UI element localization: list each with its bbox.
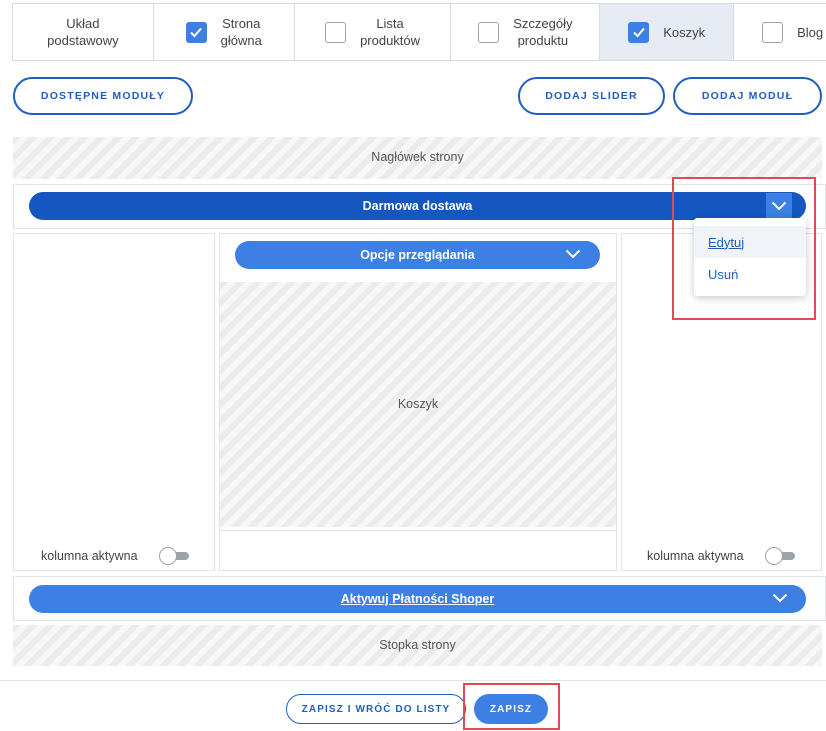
footer-zone-label: Stopka strony xyxy=(379,638,456,652)
right-column-active-label: kolumna aktywna xyxy=(647,549,744,563)
tab-cart[interactable]: Koszyk xyxy=(600,4,735,60)
tab-label: Lista produktów xyxy=(360,16,421,48)
page-type-tabs: Układ podstawowy Strona główna Lista pro… xyxy=(12,3,826,61)
divider xyxy=(220,530,616,531)
checkbox-cart[interactable] xyxy=(628,21,650,43)
tab-product-list[interactable]: Lista produktów xyxy=(294,4,452,60)
divider xyxy=(0,680,826,681)
browsing-options-module[interactable]: Opcje przeglądania xyxy=(235,241,600,269)
toggle-knob xyxy=(765,547,783,565)
left-column-active-label: kolumna aktywna xyxy=(41,549,138,563)
left-column-toggle[interactable] xyxy=(159,547,189,565)
tab-product-details[interactable]: Szczegóły produktu xyxy=(451,4,601,60)
highlight-frame xyxy=(463,683,560,730)
chevron-down-icon xyxy=(565,249,581,259)
save-and-back-button[interactable]: ZAPISZ I WRÓĆ DO LISTY xyxy=(286,694,466,724)
module-menu-toggle[interactable] xyxy=(565,248,581,262)
activate-payments-module[interactable]: Aktywuj Płatności Shoper xyxy=(29,585,806,613)
cart-zone-label: Koszyk xyxy=(397,397,439,411)
highlight-frame xyxy=(672,177,816,320)
tab-label: Koszyk xyxy=(663,24,706,40)
available-modules-button[interactable]: DOSTĘPNE MODUŁY xyxy=(13,77,193,115)
chevron-down-icon xyxy=(772,593,788,603)
tab-home-page[interactable]: Strona główna xyxy=(153,4,295,60)
checkbox-home-page[interactable] xyxy=(185,21,207,43)
header-zone-label: Nagłówek strony xyxy=(371,150,464,164)
tab-label: Strona główna xyxy=(220,16,262,48)
check-icon xyxy=(633,27,645,38)
tab-label: Szczegóły produktu xyxy=(513,16,573,48)
module-title: Darmowa dostawa xyxy=(362,199,473,213)
tab-basic-layout[interactable]: Układ podstawowy xyxy=(13,4,154,60)
module-menu-toggle[interactable] xyxy=(772,592,788,606)
tab-label: Blog xyxy=(797,24,824,40)
add-module-button[interactable]: DODAJ MODUŁ xyxy=(673,77,822,115)
toggle-knob xyxy=(159,547,177,565)
checkbox-product-list[interactable] xyxy=(325,21,347,43)
module-title[interactable]: Aktywuj Płatności Shoper xyxy=(341,592,495,606)
tab-label: Układ podstawowy xyxy=(47,16,119,48)
checkbox-blog[interactable] xyxy=(762,21,784,43)
left-column xyxy=(13,233,215,571)
check-icon xyxy=(190,27,202,38)
checkbox-product-details[interactable] xyxy=(478,21,500,43)
tab-blog[interactable]: Blog xyxy=(734,4,826,60)
module-title: Opcje przeglądania xyxy=(360,248,475,262)
add-slider-button[interactable]: DODAJ SLIDER xyxy=(518,77,665,115)
right-column-toggle[interactable] xyxy=(765,547,795,565)
